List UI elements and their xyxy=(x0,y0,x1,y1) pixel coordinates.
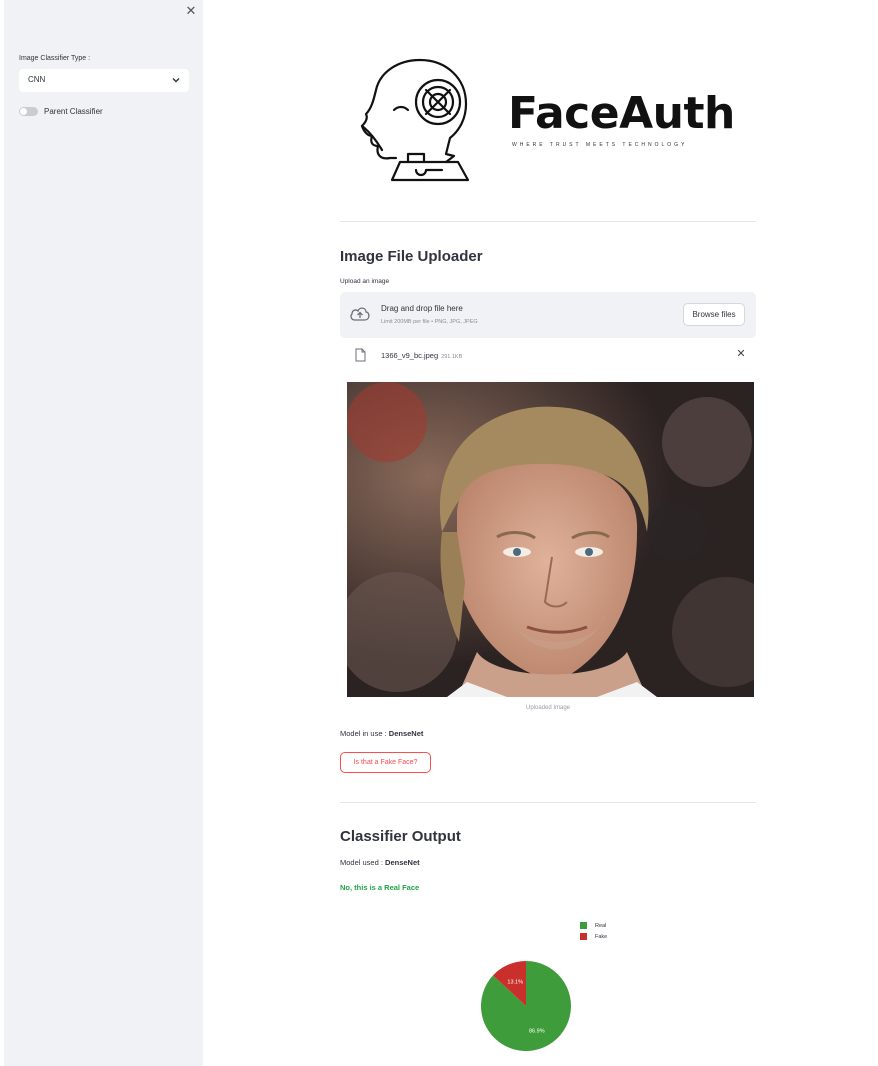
classifier-type-value: CNN xyxy=(28,75,46,84)
legend-item-fake: Fake xyxy=(580,931,607,942)
model-in-use-value: DenseNet xyxy=(388,729,424,738)
chevron-down-icon xyxy=(172,78,180,83)
legend-item-real: Real xyxy=(580,920,607,931)
uploaded-file-row: 1366_v9_bc.jpeg 291.1KB ✕ xyxy=(340,345,756,367)
logo-tagline: WHERE TRUST MEETS TECHNOLOGY xyxy=(512,142,688,148)
legend-label-fake: Fake xyxy=(595,933,608,940)
model-used: Model used : DenseNet xyxy=(340,858,420,867)
dropzone-limit: Limit 200MB per file • PNG, JPG, JPEG xyxy=(381,319,478,325)
model-in-use: Model in use : DenseNet xyxy=(340,729,423,738)
toggle-knob xyxy=(20,107,27,115)
head-icon xyxy=(360,58,470,182)
divider xyxy=(340,221,756,222)
uploaded-image xyxy=(347,382,754,697)
file-name-text: 1366_v9_bc.jpeg xyxy=(381,351,439,360)
file-name: 1366_v9_bc.jpeg 291.1KB xyxy=(381,351,462,360)
classification-result: No, this is a Real Face xyxy=(340,883,420,892)
sidebar: ✕ Image Classifier Type : CNN Parent Cla… xyxy=(4,0,203,1066)
model-in-use-label: Model in use : xyxy=(340,729,387,738)
close-icon[interactable]: ✕ xyxy=(182,2,200,20)
faceauth-logo: FaceAuth WHERE TRUST MEETS TECHNOLOGY xyxy=(350,58,750,188)
divider xyxy=(340,802,756,803)
pie-label-real: 86.9% xyxy=(529,1029,545,1035)
fake-face-button[interactable]: Is that a Fake Face? xyxy=(340,752,431,773)
uploader-heading: Image File Uploader xyxy=(340,248,483,265)
legend-swatch-real xyxy=(580,922,587,929)
classifier-type-select[interactable]: CNN xyxy=(19,69,189,92)
file-size: 291.1KB xyxy=(441,354,463,360)
prediction-pie-chart: 86.9% 13.1% xyxy=(481,961,571,1051)
legend-label-real: Real xyxy=(595,922,607,929)
dropzone-title: Drag and drop file here xyxy=(381,304,463,313)
chart-legend: Real Fake xyxy=(580,920,607,942)
toggle-track[interactable] xyxy=(19,106,38,116)
model-used-label: Model used : xyxy=(340,858,383,867)
legend-swatch-fake xyxy=(580,933,587,940)
parent-classifier-toggle[interactable]: Parent Classifier xyxy=(19,105,103,117)
browse-files-button[interactable]: Browse files xyxy=(683,303,745,326)
cloud-upload-icon xyxy=(350,307,370,321)
upload-label: Upload an image xyxy=(340,278,390,285)
logo-wordmark: FaceAuth xyxy=(508,88,735,139)
remove-file-icon[interactable]: ✕ xyxy=(735,348,747,360)
image-caption: Uploaded Image xyxy=(525,705,571,711)
classifier-type-label: Image Classifier Type : xyxy=(19,55,91,62)
classifier-output-heading: Classifier Output xyxy=(340,828,461,845)
parent-classifier-label: Parent Classifier xyxy=(44,106,103,116)
pie-label-fake: 13.1% xyxy=(507,979,523,985)
file-icon xyxy=(355,348,366,362)
model-used-value: DenseNet xyxy=(385,858,420,867)
file-dropzone[interactable]: Drag and drop file here Limit 200MB per … xyxy=(340,292,756,338)
